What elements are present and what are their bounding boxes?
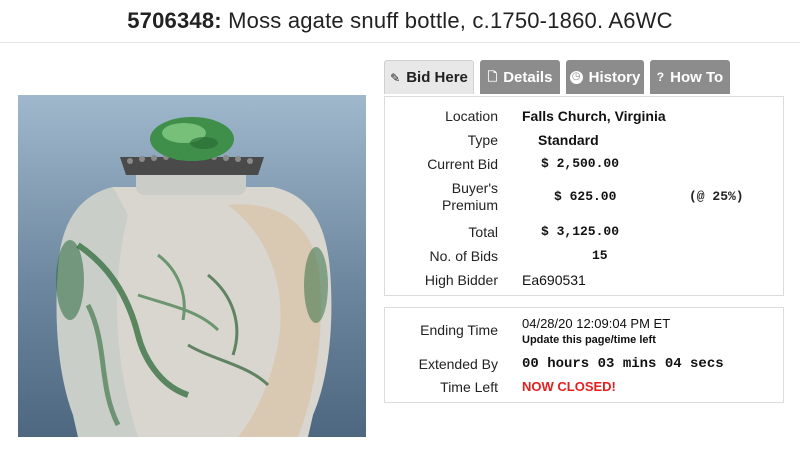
tab-label: How To bbox=[670, 68, 724, 86]
tab-label: History bbox=[588, 68, 641, 86]
document-icon: 🗋 bbox=[487, 70, 498, 84]
question-icon: ? bbox=[656, 70, 665, 84]
item-photo[interactable] bbox=[18, 95, 366, 437]
total-label: Total bbox=[468, 224, 498, 240]
status-badge: NOW CLOSED! bbox=[522, 379, 616, 394]
ending-time-label: Ending Time bbox=[420, 322, 498, 338]
num-bids-label: No. of Bids bbox=[429, 248, 498, 264]
bid-info-panel: Location Falls Church, Virginia Type Sta… bbox=[384, 96, 784, 296]
high-bidder-label: High Bidder bbox=[424, 272, 498, 288]
tab-how-to[interactable]: ? How To bbox=[650, 60, 730, 94]
ending-time-value: 04/28/20 12:09:04 PM ET bbox=[522, 316, 671, 331]
tab-bid-here[interactable]: ✎ Bid Here bbox=[384, 60, 474, 94]
snuff-bottle-image bbox=[56, 117, 332, 437]
page-title: 5706348: Moss agate snuff bottle, c.1750… bbox=[0, 8, 800, 34]
buyers-premium-value: $ 625.00 bbox=[554, 189, 617, 204]
update-page-link[interactable]: Update this page/time left bbox=[522, 334, 656, 346]
current-bid-label: Current Bid bbox=[427, 156, 498, 172]
tab-label: Bid Here bbox=[406, 69, 468, 86]
num-bids-value: 15 bbox=[592, 248, 608, 263]
timing-panel: Ending Time 04/28/20 12:09:04 PM ET Upda… bbox=[384, 307, 784, 403]
lot-title: Moss agate snuff bottle, c.1750-1860. A6… bbox=[228, 8, 673, 33]
total-value: $ 3,125.00 bbox=[541, 224, 620, 239]
pencil-icon: ✎ bbox=[390, 70, 401, 85]
clock-icon: ◷ bbox=[569, 70, 583, 84]
current-bid-value: $ 2,500.00 bbox=[541, 156, 620, 171]
type-value: Standard bbox=[538, 132, 599, 148]
lot-number: 5706348: bbox=[127, 8, 222, 33]
tab-history[interactable]: ◷ History bbox=[566, 60, 644, 94]
tab-details[interactable]: 🗋 Details bbox=[480, 60, 560, 94]
high-bidder-value: Ea690531 bbox=[522, 272, 586, 288]
extended-by-value: 00 hours 03 mins 04 secs bbox=[522, 356, 724, 372]
location-value: Falls Church, Virginia bbox=[522, 108, 666, 124]
location-label: Location bbox=[445, 108, 498, 124]
buyers-premium-label: Buyer's Premium bbox=[441, 180, 498, 213]
title-divider bbox=[0, 42, 800, 43]
type-label: Type bbox=[467, 132, 498, 148]
buyers-premium-rate: (@ 25%) bbox=[689, 189, 744, 204]
extended-by-label: Extended By bbox=[418, 356, 498, 372]
tab-label: Details bbox=[503, 68, 553, 86]
time-left-label: Time Left bbox=[440, 379, 498, 395]
